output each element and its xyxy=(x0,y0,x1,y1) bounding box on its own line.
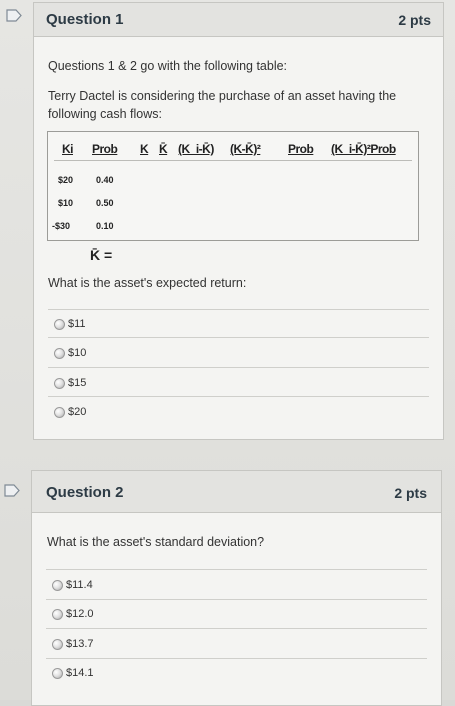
answer-label: $14.1 xyxy=(66,667,94,679)
table-header-prob: Prob xyxy=(92,142,118,156)
radio-icon[interactable] xyxy=(52,609,63,620)
question-intro: Questions 1 & 2 go with the following ta… xyxy=(48,59,288,73)
answer-label: $15 xyxy=(68,377,87,389)
answer-divider xyxy=(48,337,429,338)
table-cell-prob: 0.50 xyxy=(96,198,114,208)
radio-icon[interactable] xyxy=(54,348,65,359)
radio-icon[interactable] xyxy=(52,639,63,650)
table-header-divider xyxy=(54,160,412,161)
radio-icon[interactable] xyxy=(54,407,65,418)
answer-divider xyxy=(46,658,427,659)
question-1-header: Question 1 2 pts xyxy=(34,3,443,37)
question-body-line1: Terry Dactel is considering the purchase… xyxy=(48,89,397,103)
table-header-prob-2: Prob xyxy=(288,142,314,156)
question-prompt: What is the asset's expected return: xyxy=(48,276,247,290)
table-header-ki: Ki xyxy=(62,142,74,156)
answer-divider xyxy=(48,396,429,397)
flag-icon[interactable] xyxy=(4,484,20,497)
answer-divider xyxy=(46,599,427,600)
question-1-card: Question 1 2 pts Questions 1 & 2 go with… xyxy=(33,2,444,440)
question-points: 2 pts xyxy=(394,485,427,501)
question-points: 2 pts xyxy=(398,12,431,28)
question-title: Question 1 xyxy=(46,11,124,28)
table-header-deviation-squared: (K-K̄)² xyxy=(230,142,261,156)
answer-label: $10 xyxy=(68,347,87,359)
quiz-page: Question 1 2 pts Questions 1 & 2 go with… xyxy=(0,0,455,706)
radio-icon[interactable] xyxy=(52,580,63,591)
table-header-kbar: K̄ xyxy=(159,142,168,156)
radio-icon[interactable] xyxy=(54,319,65,330)
question-2-card: Question 2 2 pts What is the asset's sta… xyxy=(31,470,442,706)
question-title: Question 2 xyxy=(46,484,124,501)
radio-icon[interactable] xyxy=(52,668,63,679)
question-body-line2: following cash flows: xyxy=(48,107,162,121)
table-cell-ki: $20 xyxy=(58,175,74,185)
table-cell-ki: $10 xyxy=(58,198,74,208)
answer-divider xyxy=(46,569,427,570)
table-header-ki-minus-kbar: (K_i-K̄) xyxy=(178,142,214,156)
flag-icon[interactable] xyxy=(6,9,22,22)
answer-label: $11.4 xyxy=(66,579,93,591)
cash-flow-table: Ki Prob K K̄ (K_i-K̄) (K-K̄)² Prob (K_i-… xyxy=(47,131,419,241)
question-prompt: What is the asset's standard deviation? xyxy=(47,535,265,549)
answer-divider xyxy=(48,367,429,368)
answer-label: $13.7 xyxy=(66,638,94,650)
answer-label: $11 xyxy=(68,318,86,330)
expected-return-label: K̄ = xyxy=(90,247,113,263)
table-header-k: K xyxy=(140,142,149,156)
table-cell-ki: -$30 xyxy=(52,221,71,231)
answer-divider xyxy=(48,309,429,310)
table-cell-prob: 0.40 xyxy=(96,175,114,185)
answer-label: $12.0 xyxy=(66,608,94,620)
radio-icon[interactable] xyxy=(54,378,65,389)
answer-divider xyxy=(46,628,427,629)
answer-label: $20 xyxy=(68,406,87,418)
table-header-weighted: (K_i-K̄)²Prob xyxy=(331,142,396,156)
question-2-header: Question 2 2 pts xyxy=(32,471,441,513)
table-cell-prob: 0.10 xyxy=(96,221,114,231)
